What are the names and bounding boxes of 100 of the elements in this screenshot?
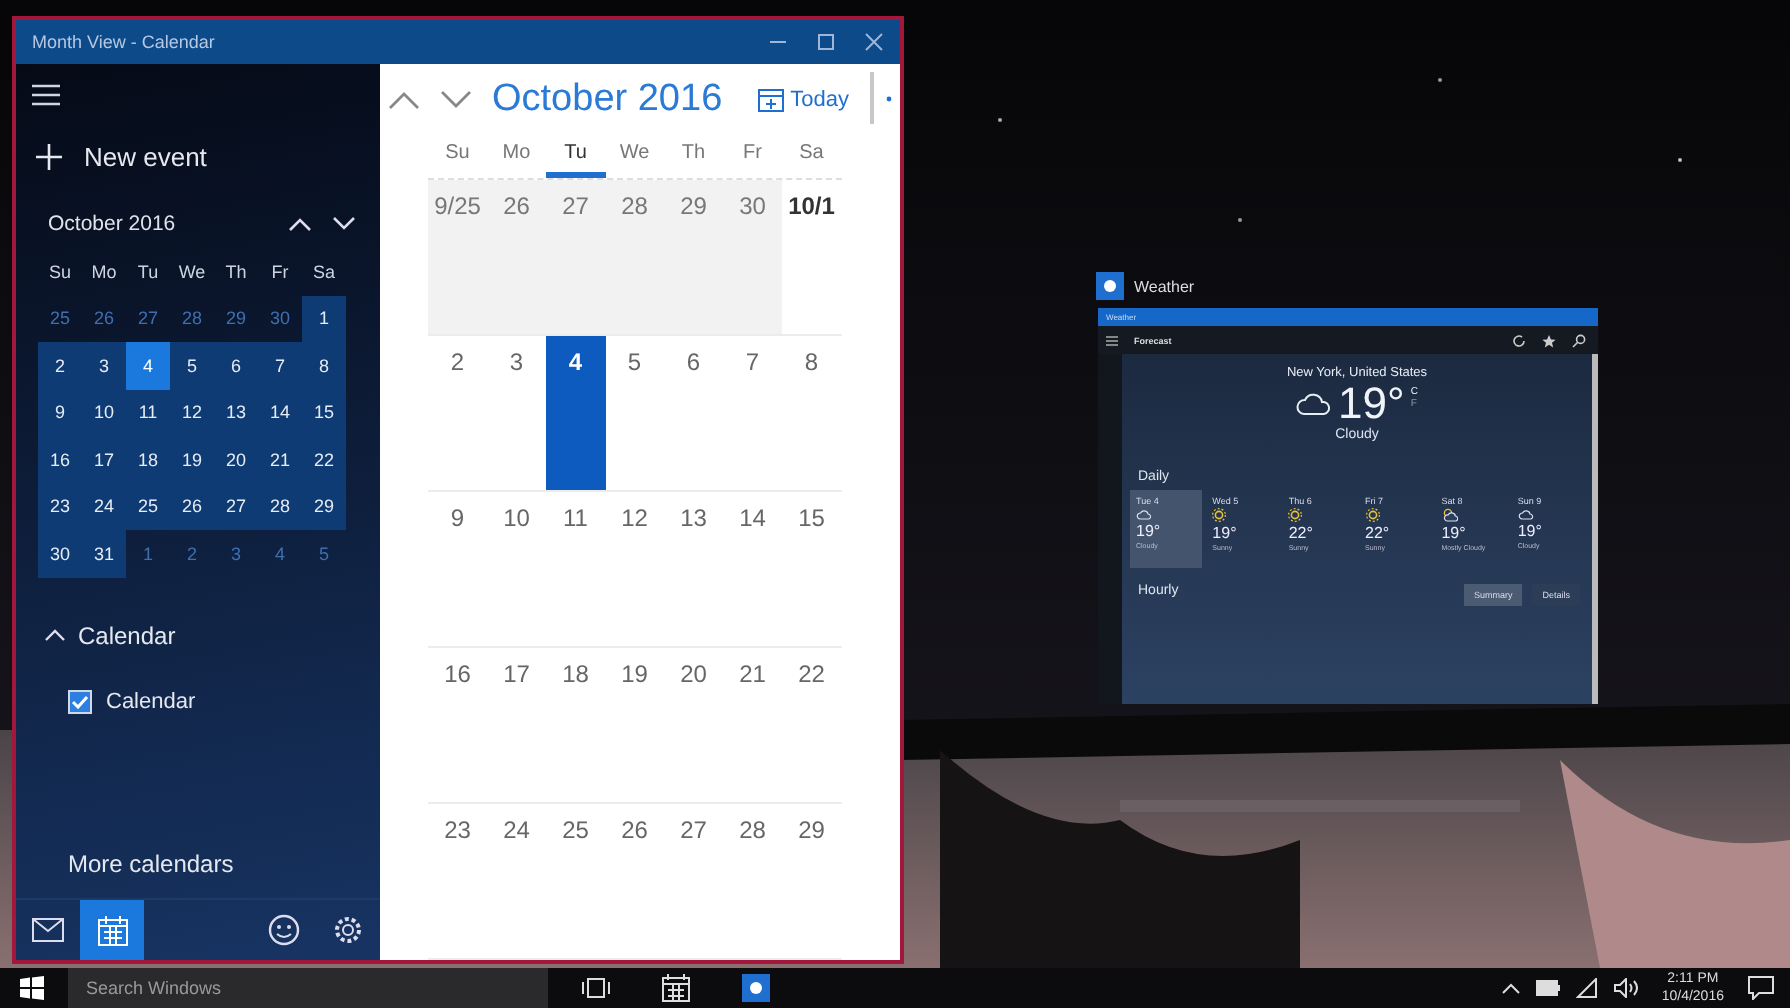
date-cell[interactable]: 5 [302, 530, 346, 577]
date-cell[interactable]: 14 [258, 389, 302, 436]
star-icon[interactable] [1542, 333, 1556, 347]
date-cell[interactable]: 9 [38, 389, 82, 436]
day-cell[interactable]: 22 [782, 648, 841, 802]
search-icon[interactable] [1572, 333, 1586, 347]
date-cell[interactable]: 4 [126, 342, 170, 389]
day-cell[interactable]: 10 [487, 492, 546, 646]
date-cell[interactable]: 8 [302, 342, 346, 389]
date-cell[interactable]: 6 [214, 342, 258, 389]
close-icon[interactable] [864, 32, 884, 52]
day-cell[interactable]: 4 [546, 336, 605, 490]
day-cell[interactable]: 19 [605, 648, 664, 802]
day-cell[interactable]: 29 [664, 180, 723, 334]
day-cell[interactable]: 28 [723, 804, 782, 958]
date-cell[interactable]: 7 [258, 342, 302, 389]
search-field[interactable]: Search Windows [68, 968, 548, 1008]
date-cell[interactable]: 4 [258, 530, 302, 577]
high-temperature: 19° [1136, 522, 1161, 540]
day-cell[interactable]: 6 [664, 336, 723, 490]
date-cell[interactable]: 22 [302, 436, 346, 483]
date-cell[interactable]: 21 [258, 436, 302, 483]
day-cell[interactable]: 26 [487, 180, 546, 334]
checkbox[interactable] [68, 689, 92, 713]
date-cell[interactable]: 15 [302, 389, 346, 436]
date-cell[interactable]: 2 [170, 530, 214, 577]
date-cell[interactable]: 26 [170, 483, 214, 530]
date-cell[interactable]: 24 [82, 483, 126, 530]
date-cell[interactable]: 1 [126, 530, 170, 577]
day-cell[interactable]: 24 [487, 804, 546, 958]
day-cell[interactable]: 15 [782, 492, 841, 646]
date-cell[interactable]: 16 [38, 436, 82, 483]
day-cell[interactable]: 30 [723, 180, 782, 334]
day-cell[interactable]: 16 [428, 648, 487, 802]
date-cell[interactable]: 10 [82, 389, 126, 436]
day-cell[interactable]: 23 [428, 804, 487, 958]
date-cell[interactable]: 30 [258, 295, 302, 342]
day-cell[interactable]: 13 [664, 492, 723, 646]
day-cell[interactable]: 11 [546, 492, 605, 646]
day-cell[interactable]: 3 [487, 336, 546, 490]
today-button[interactable]: Today [758, 87, 849, 112]
more-icon[interactable] [885, 96, 891, 103]
mail-icon [32, 918, 64, 942]
day-cell[interactable]: 25 [546, 804, 605, 958]
date-cell[interactable]: 28 [170, 295, 214, 342]
day-cell[interactable]: 27 [546, 180, 605, 334]
date-cell[interactable]: 1 [302, 295, 346, 342]
date-cell[interactable]: 28 [258, 483, 302, 530]
day-cell[interactable]: 8 [782, 336, 841, 490]
day-cell[interactable]: 26 [605, 804, 664, 958]
day-cell[interactable]: 14 [723, 492, 782, 646]
scrollbar[interactable] [869, 72, 873, 124]
date-cell[interactable]: 3 [82, 342, 126, 389]
day-cell[interactable]: 20 [664, 648, 723, 802]
battery-icon[interactable] [1535, 980, 1560, 996]
day-cell[interactable]: 2 [428, 336, 487, 490]
date-cell[interactable]: 23 [38, 483, 82, 530]
date-cell[interactable]: 29 [214, 295, 258, 342]
date-cell[interactable]: 29 [302, 483, 346, 530]
date-cell[interactable]: 12 [170, 389, 214, 436]
date-cell[interactable]: 11 [126, 389, 170, 436]
day-cell[interactable]: 9 [428, 492, 487, 646]
day-cell[interactable]: 17 [487, 648, 546, 802]
date-cell[interactable]: 26 [82, 295, 126, 342]
date-cell[interactable]: 25 [126, 483, 170, 530]
day-cell[interactable]: 10/1 [782, 180, 841, 334]
refresh-icon[interactable] [1512, 333, 1526, 347]
day-cell[interactable]: 9/25 [428, 180, 487, 334]
date-cell[interactable]: 31 [82, 530, 126, 577]
date-cell[interactable]: 27 [126, 295, 170, 342]
scrollbar[interactable] [1592, 354, 1598, 704]
date-cell[interactable]: 19 [170, 436, 214, 483]
more-calendars-link[interactable]: More calendars [68, 850, 234, 878]
date-cell[interactable]: 30 [38, 530, 82, 577]
new-event-button[interactable]: New event [36, 142, 207, 172]
date-cell[interactable]: 18 [126, 436, 170, 483]
day-cell[interactable]: 29 [782, 804, 841, 958]
date-cell[interactable]: 27 [214, 483, 258, 530]
day-cell[interactable]: 27 [664, 804, 723, 958]
date-cell[interactable]: 5 [170, 342, 214, 389]
day-cell[interactable]: 5 [605, 336, 664, 490]
volume-icon[interactable] [1613, 978, 1638, 998]
day-cell[interactable]: 28 [605, 180, 664, 334]
date-cell[interactable]: 25 [38, 295, 82, 342]
network-icon[interactable] [1575, 978, 1598, 998]
day-cell[interactable]: 18 [546, 648, 605, 802]
date-cell[interactable]: 17 [82, 436, 126, 483]
date-cell[interactable]: 20 [214, 436, 258, 483]
date-cell[interactable]: 2 [38, 342, 82, 389]
day-cell[interactable]: 7 [723, 336, 782, 490]
day-cell[interactable]: 21 [723, 648, 782, 802]
calendar-button[interactable] [80, 900, 144, 960]
maximize-icon[interactable] [816, 32, 836, 52]
date-cell[interactable]: 13 [214, 389, 258, 436]
start-icon[interactable] [20, 976, 44, 1000]
date-cell[interactable]: 3 [214, 530, 258, 577]
calendar-group-toggle[interactable]: Calendar [44, 621, 176, 649]
day-cell[interactable]: 12 [605, 492, 664, 646]
menu-icon[interactable] [32, 84, 60, 106]
notification-icon[interactable] [1748, 976, 1774, 1000]
